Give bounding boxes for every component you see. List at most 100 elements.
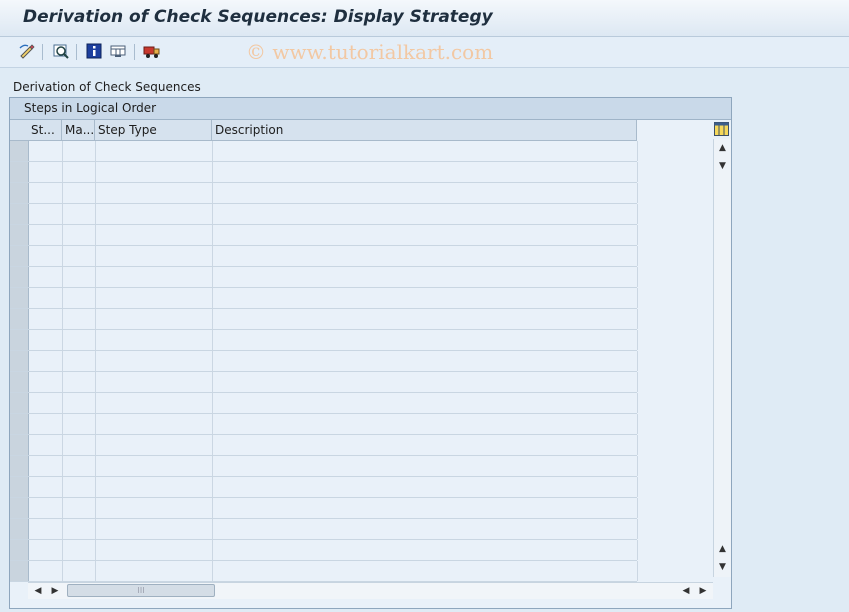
table-cell[interactable] bbox=[28, 393, 63, 413]
table-cell[interactable] bbox=[95, 393, 213, 413]
table-cell[interactable] bbox=[95, 309, 213, 329]
edit-toggle-icon[interactable] bbox=[17, 41, 37, 61]
table-cell[interactable] bbox=[95, 519, 213, 539]
table-row[interactable] bbox=[10, 351, 638, 372]
table-cell[interactable] bbox=[28, 414, 63, 434]
table-cell[interactable] bbox=[28, 288, 63, 308]
table-cell[interactable] bbox=[95, 498, 213, 518]
table-cell[interactable] bbox=[28, 477, 63, 497]
scroll-far-left-icon[interactable]: ◀ bbox=[679, 584, 693, 598]
table-row[interactable] bbox=[10, 435, 638, 456]
table-cell[interactable] bbox=[28, 456, 63, 476]
table-cell[interactable] bbox=[95, 561, 213, 581]
row-selector[interactable] bbox=[10, 519, 29, 539]
table-cell[interactable] bbox=[212, 183, 638, 203]
table-settings-icon[interactable] bbox=[713, 120, 730, 138]
table-row[interactable] bbox=[10, 162, 638, 183]
layout-icon[interactable] bbox=[108, 41, 128, 61]
table-row[interactable] bbox=[10, 561, 638, 582]
table-cell[interactable] bbox=[28, 540, 63, 560]
table-cell[interactable] bbox=[62, 330, 96, 350]
row-selector[interactable] bbox=[10, 372, 29, 392]
table-cell[interactable] bbox=[212, 435, 638, 455]
table-cell[interactable] bbox=[95, 225, 213, 245]
table-cell[interactable] bbox=[28, 330, 63, 350]
scroll-up-icon[interactable]: ▲ bbox=[714, 141, 731, 155]
row-selector[interactable] bbox=[10, 141, 29, 161]
row-selector[interactable] bbox=[10, 267, 29, 287]
table-row[interactable] bbox=[10, 141, 638, 162]
table-cell[interactable] bbox=[212, 414, 638, 434]
row-selector[interactable] bbox=[10, 393, 29, 413]
table-cell[interactable] bbox=[95, 141, 213, 161]
table-cell[interactable] bbox=[212, 393, 638, 413]
table-cell[interactable] bbox=[28, 183, 63, 203]
table-cell[interactable] bbox=[212, 267, 638, 287]
table-cell[interactable] bbox=[212, 456, 638, 476]
table-row[interactable] bbox=[10, 372, 638, 393]
table-cell[interactable] bbox=[212, 141, 638, 161]
table-cell[interactable] bbox=[28, 519, 63, 539]
table-cell[interactable] bbox=[212, 288, 638, 308]
scroll-left-icon[interactable]: ◀ bbox=[31, 584, 45, 598]
table-row[interactable] bbox=[10, 519, 638, 540]
row-selector[interactable] bbox=[10, 435, 29, 455]
table-cell[interactable] bbox=[95, 183, 213, 203]
row-selector[interactable] bbox=[10, 414, 29, 434]
table-cell[interactable] bbox=[62, 477, 96, 497]
table-cell[interactable] bbox=[62, 456, 96, 476]
table-row[interactable] bbox=[10, 393, 638, 414]
table-cell[interactable] bbox=[62, 393, 96, 413]
table-cell[interactable] bbox=[62, 267, 96, 287]
table-row[interactable] bbox=[10, 183, 638, 204]
table-cell[interactable] bbox=[28, 372, 63, 392]
table-cell[interactable] bbox=[62, 141, 96, 161]
table-cell[interactable] bbox=[95, 435, 213, 455]
table-cell[interactable] bbox=[28, 561, 63, 581]
table-cell[interactable] bbox=[62, 204, 96, 224]
table-cell[interactable] bbox=[28, 435, 63, 455]
table-cell[interactable] bbox=[62, 246, 96, 266]
table-cell[interactable] bbox=[212, 309, 638, 329]
table-cell[interactable] bbox=[212, 204, 638, 224]
table-cell[interactable] bbox=[95, 288, 213, 308]
row-selector[interactable] bbox=[10, 246, 29, 266]
table-cell[interactable] bbox=[28, 498, 63, 518]
scroll-far-right-icon[interactable]: ▶ bbox=[696, 584, 710, 598]
table-row[interactable] bbox=[10, 330, 638, 351]
table-cell[interactable] bbox=[62, 162, 96, 182]
table-cell[interactable] bbox=[28, 267, 63, 287]
table-cell[interactable] bbox=[28, 351, 63, 371]
scroll-down-icon[interactable]: ▼ bbox=[714, 159, 731, 173]
table-cell[interactable] bbox=[28, 225, 63, 245]
table-row[interactable] bbox=[10, 267, 638, 288]
table-cell[interactable] bbox=[212, 477, 638, 497]
table-cell[interactable] bbox=[95, 414, 213, 434]
row-selector[interactable] bbox=[10, 162, 29, 182]
table-row[interactable] bbox=[10, 225, 638, 246]
horizontal-scroll-thumb[interactable]: ⁝⁝⁝ bbox=[67, 584, 215, 597]
table-cell[interactable] bbox=[95, 330, 213, 350]
table-cell[interactable] bbox=[212, 561, 638, 581]
row-selector[interactable] bbox=[10, 330, 29, 350]
scroll-right-icon[interactable]: ▶ bbox=[48, 584, 62, 598]
scroll-page-down-icon[interactable]: ▼ bbox=[714, 560, 731, 574]
column-header-description[interactable]: Description bbox=[212, 120, 637, 140]
row-selector[interactable] bbox=[10, 540, 29, 560]
table-cell[interactable] bbox=[212, 330, 638, 350]
table-cell[interactable] bbox=[62, 561, 96, 581]
table-row[interactable] bbox=[10, 498, 638, 519]
row-selector[interactable] bbox=[10, 477, 29, 497]
table-row[interactable] bbox=[10, 477, 638, 498]
table-cell[interactable] bbox=[28, 246, 63, 266]
table-cell[interactable] bbox=[28, 141, 63, 161]
table-cell[interactable] bbox=[62, 309, 96, 329]
table-row[interactable] bbox=[10, 456, 638, 477]
table-cell[interactable] bbox=[62, 288, 96, 308]
other-strategy-icon[interactable] bbox=[51, 41, 71, 61]
table-cell[interactable] bbox=[212, 540, 638, 560]
row-selector[interactable] bbox=[10, 498, 29, 518]
row-selector[interactable] bbox=[10, 351, 29, 371]
table-cell[interactable] bbox=[28, 204, 63, 224]
table-cell[interactable] bbox=[95, 540, 213, 560]
